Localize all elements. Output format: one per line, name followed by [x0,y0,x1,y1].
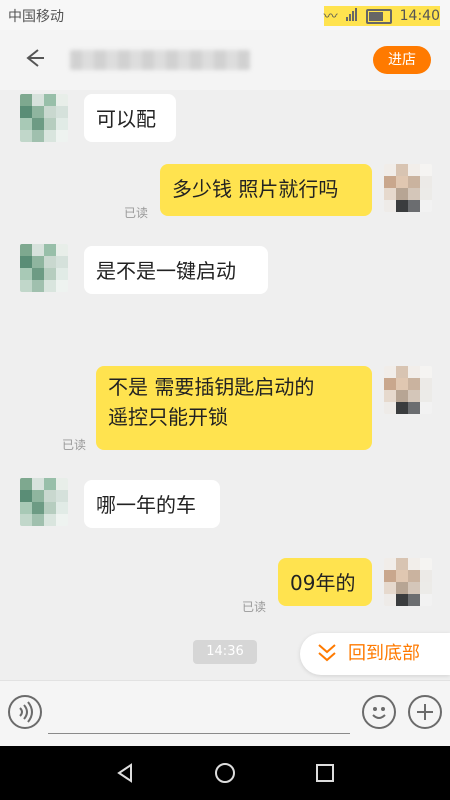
nav-home-icon[interactable] [213,761,237,785]
chat-title-blurred [70,50,250,70]
message-line-2: 遥控只能开锁 [108,405,228,429]
add-attachment-icon[interactable] [408,695,442,729]
input-bar [0,680,450,747]
message-bubble-outgoing[interactable]: 不是 需要插钥匙启动的 遥控只能开锁 [96,366,372,450]
emoji-icon[interactable] [362,695,396,729]
message-input[interactable] [48,733,350,734]
double-chevron-down-icon [318,644,336,662]
scroll-to-bottom-button[interactable]: 回到底部 [300,633,450,675]
read-receipt: 已读 [62,438,87,452]
wifi-icon: 〰 [323,9,338,25]
message-bubble-outgoing[interactable]: 多少钱 照片就行吗 [160,164,372,216]
contact-avatar[interactable] [20,94,68,142]
read-receipt: 已读 [242,600,267,614]
contact-avatar[interactable] [20,478,68,526]
battery-icon [365,8,392,24]
message-bubble-incoming[interactable]: 是不是一键启动 [84,246,268,294]
signal-icon [345,7,358,25]
status-icons: 〰 14:40 [323,6,440,26]
carrier-label: 中国移动 [8,9,64,25]
nav-back-icon[interactable] [113,761,137,785]
contact-avatar[interactable] [20,244,68,292]
nav-recents-icon[interactable] [313,761,337,785]
timestamp-badge: 14:36 [193,640,257,664]
chat-header: 进店 [0,30,450,90]
message-line-1: 不是 需要插钥匙启动的 [108,375,315,399]
my-avatar[interactable] [384,558,432,606]
system-navigation-bar [0,746,450,800]
voice-input-icon[interactable] [8,695,42,729]
enter-store-button[interactable]: 进店 [373,46,431,74]
scroll-to-bottom-label: 回到底部 [348,643,420,664]
message-bubble-outgoing[interactable]: 09年的 [278,558,372,606]
chat-area[interactable]: 可以配 多少钱 照片就行吗 已读 是不是一键启动 不是 需要插钥匙启动的 遥控只… [0,90,450,680]
status-time: 14:40 [399,8,440,24]
my-avatar[interactable] [384,366,432,414]
status-bar: 中国移动 〰 14:40 [0,0,450,30]
my-avatar[interactable] [384,164,432,212]
back-arrow-icon[interactable] [22,46,46,70]
message-bubble-incoming[interactable]: 哪一年的车 [84,480,220,528]
message-bubble-incoming[interactable]: 可以配 [84,94,176,142]
read-receipt: 已读 [124,206,149,220]
